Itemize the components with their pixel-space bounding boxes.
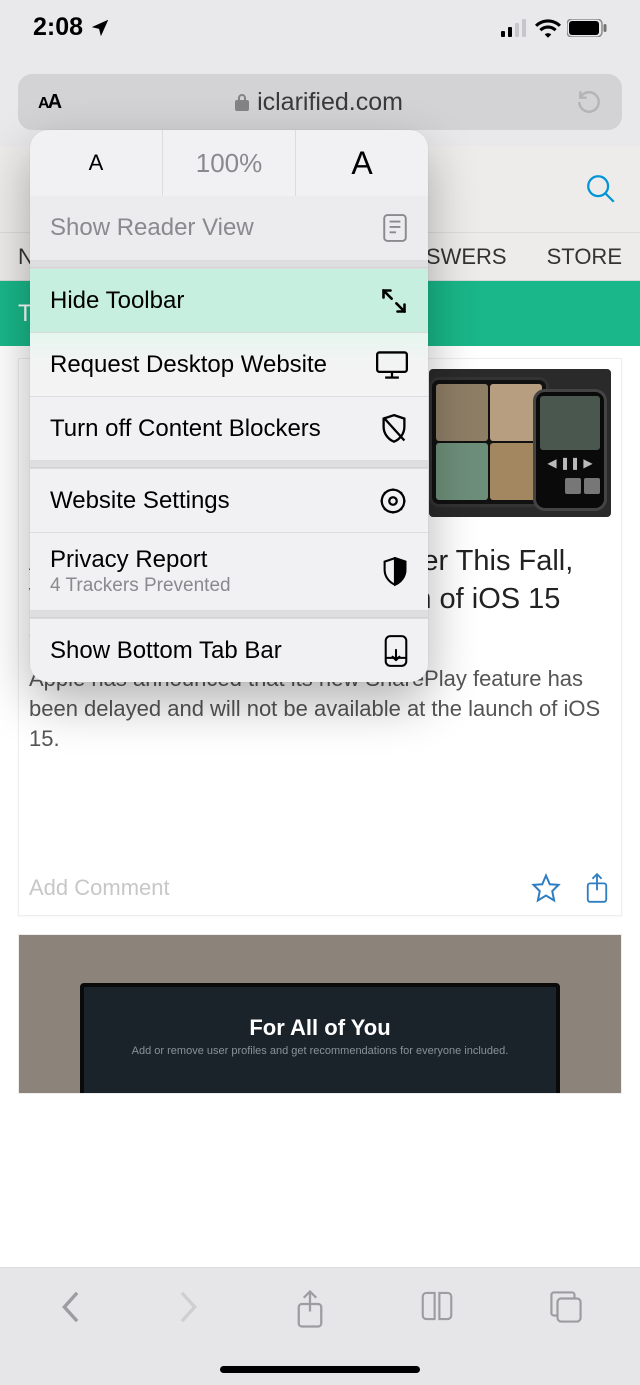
- tv-title: For All of You: [84, 1015, 556, 1041]
- aa-menu: A 100% A Show Reader View Hide Toolbar R…: [30, 130, 428, 682]
- hide-toolbar[interactable]: Hide Toolbar: [30, 268, 428, 332]
- tv-sub: Add or remove user profiles and get reco…: [84, 1045, 556, 1057]
- privacy-report[interactable]: Privacy Report 4 Trackers Prevented: [30, 532, 428, 610]
- lock-icon: [233, 92, 251, 112]
- wifi-icon: [535, 18, 561, 38]
- article-thumbnail[interactable]: ◀ ❚❚ ▶: [429, 369, 611, 517]
- add-comment-link[interactable]: Add Comment: [29, 875, 170, 901]
- home-indicator[interactable]: [220, 1366, 420, 1373]
- request-desktop[interactable]: Request Desktop Website: [30, 332, 428, 396]
- show-bottom-tab-bar[interactable]: Show Bottom Tab Bar: [30, 618, 428, 682]
- privacy-sub: 4 Trackers Prevented: [50, 575, 231, 598]
- website-settings[interactable]: Website Settings: [30, 468, 428, 532]
- share-icon[interactable]: [295, 1290, 325, 1328]
- gear-icon: [378, 486, 408, 516]
- search-icon[interactable]: [584, 172, 618, 206]
- reload-icon[interactable]: [576, 89, 602, 115]
- bookmarks-icon[interactable]: [418, 1290, 456, 1322]
- text-zoom-value[interactable]: 100%: [162, 130, 295, 196]
- expand-icon: [380, 287, 408, 315]
- text-smaller-button[interactable]: A: [30, 130, 162, 196]
- text-size-control: A 100% A: [30, 130, 428, 196]
- forward-icon: [176, 1290, 202, 1324]
- url-domain[interactable]: iclarified.com: [233, 88, 403, 117]
- article-card-2[interactable]: For All of You Add or remove user profil…: [18, 934, 622, 1094]
- text-larger-button[interactable]: A: [295, 130, 428, 196]
- back-icon[interactable]: [57, 1290, 83, 1324]
- battery-icon: [567, 19, 607, 37]
- cellular-icon: [501, 19, 529, 37]
- location-icon: [89, 17, 111, 39]
- turn-off-blockers[interactable]: Turn off Content Blockers: [30, 396, 428, 460]
- tab-bar-icon: [384, 635, 408, 667]
- show-reader-view: Show Reader View: [30, 196, 428, 260]
- url-bar[interactable]: AA iclarified.com: [18, 74, 622, 130]
- reader-icon: [382, 214, 408, 242]
- shield-icon: [382, 557, 408, 587]
- shield-off-icon: [380, 414, 408, 444]
- nav-item[interactable]: STORE: [547, 244, 622, 270]
- tabs-icon[interactable]: [549, 1290, 583, 1324]
- share-icon[interactable]: [583, 873, 611, 903]
- status-time: 2:08: [33, 13, 83, 42]
- aa-button[interactable]: AA: [38, 91, 60, 114]
- desktop-icon: [376, 351, 408, 379]
- status-bar: 2:08: [0, 0, 640, 55]
- star-icon[interactable]: [531, 873, 561, 903]
